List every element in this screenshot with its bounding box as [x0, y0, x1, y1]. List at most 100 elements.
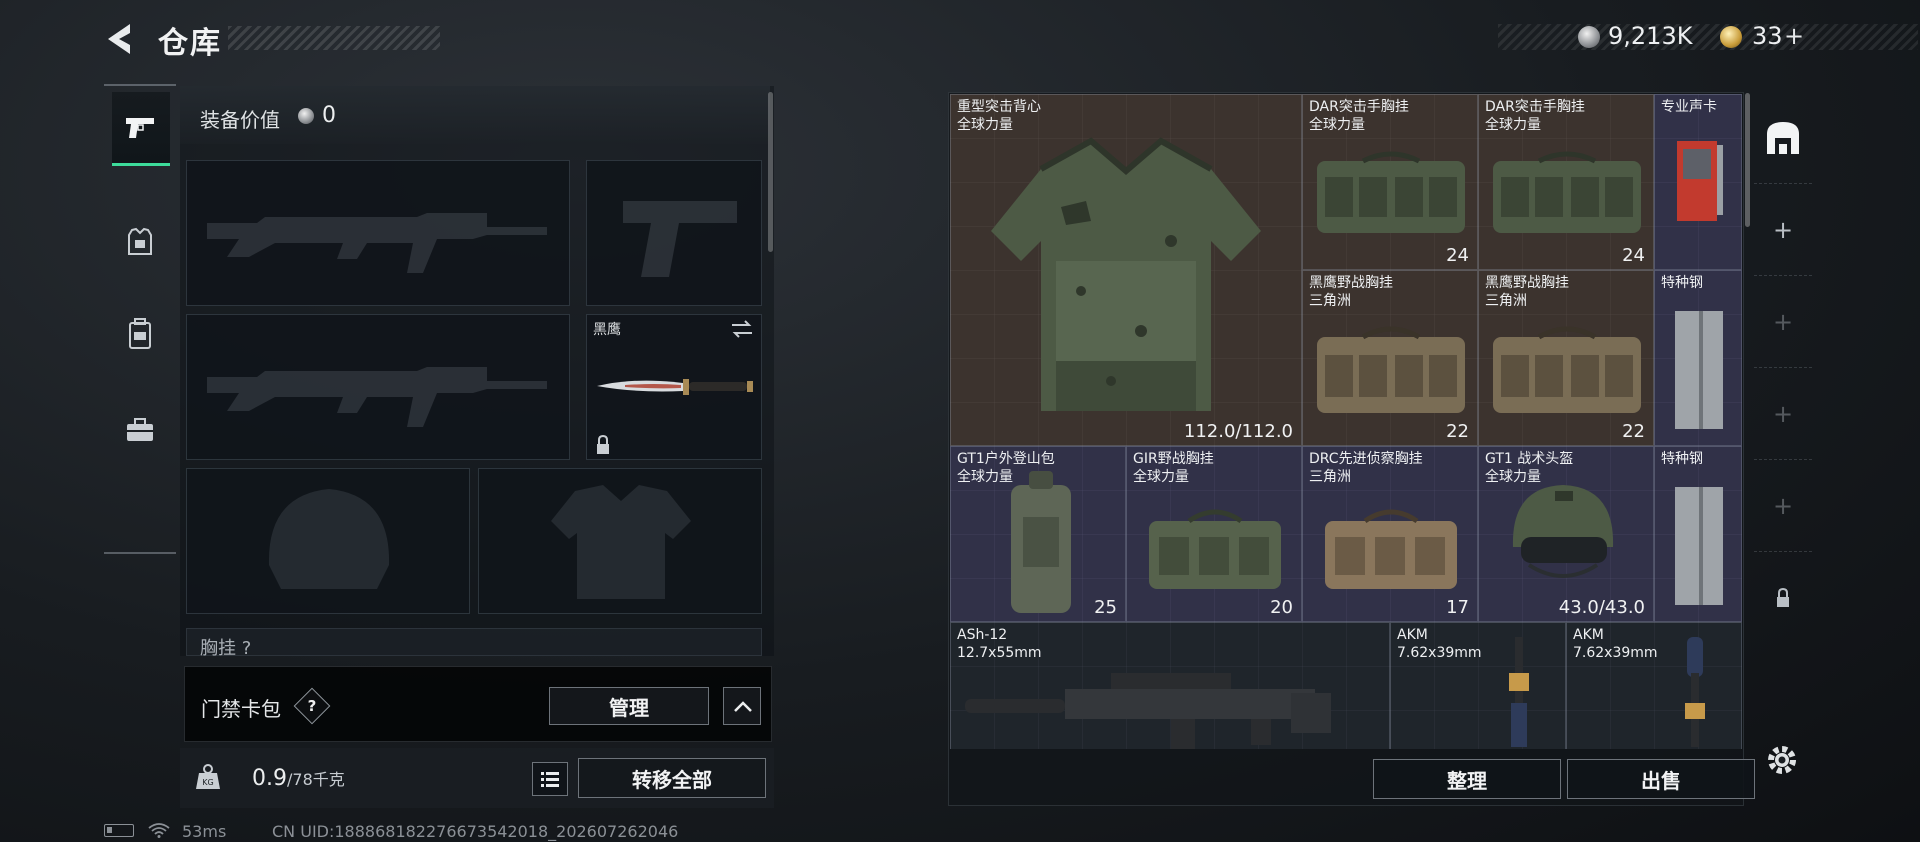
collapse-button[interactable]: [723, 687, 761, 725]
knife-icon: [597, 379, 753, 395]
backpack-icon: [129, 318, 151, 349]
body-armor-slot[interactable]: [478, 468, 762, 614]
help-icon: ?: [307, 697, 317, 715]
category-case[interactable]: [112, 402, 168, 458]
category-weapons[interactable]: [112, 92, 170, 166]
stash-item-special-steel[interactable]: 特种钢: [1654, 270, 1742, 446]
loadout-panel: 装备价值 0 黑鹰 胸挂 ?: [180, 86, 774, 659]
stash-item-gir-rig[interactable]: GIR野战胸挂 全球力量 20: [1126, 446, 1302, 622]
armor-placeholder-icon: [551, 485, 691, 599]
item-name: DRC先进侦察胸挂 三角洲: [1309, 451, 1423, 485]
stash-panel: 重型突击背心 全球力量 112.0/112.0 DAR突击手胸挂 全球力量 24…: [948, 92, 1755, 806]
item-capacity: 22: [1622, 421, 1645, 442]
chest-rig-icon: [1325, 509, 1457, 589]
stash-page-add[interactable]: +: [1754, 184, 1812, 276]
stash-item-sound-card[interactable]: 专业声卡: [1654, 94, 1742, 270]
stash-page-locked[interactable]: [1754, 552, 1812, 644]
steel-ingot-icon: [1675, 487, 1723, 605]
stash-item-ash12-rifle[interactable]: ASh-12 12.7x55mm: [950, 622, 1390, 749]
back-arrow-icon: [108, 24, 130, 54]
sell-button[interactable]: 出售: [1567, 759, 1755, 799]
helmet-icon: [1512, 485, 1614, 578]
transfer-all-button[interactable]: 转移全部: [578, 758, 766, 798]
weight-max: /78千克: [287, 770, 345, 789]
stash-scrollbar[interactable]: [1745, 93, 1750, 227]
stash-page-add[interactable]: +: [1754, 368, 1812, 460]
stash-item-gt1-helmet[interactable]: GT1 战术头盔 全球力量 43.0/43.0: [1478, 446, 1654, 622]
stash-item-akm-rifle[interactable]: AKM 7.62x39mm: [1390, 622, 1566, 749]
add-currency-button[interactable]: +: [1784, 22, 1804, 50]
item-name: 重型突击背心 全球力量: [957, 99, 1041, 133]
item-durability: 112.0/112.0: [1183, 421, 1293, 442]
stash-item-gt1-backpack[interactable]: GT1户外登山包 全球力量 25: [950, 446, 1126, 622]
stash-item-blackhawk-rig[interactable]: 黑鹰野战胸挂 三角洲 22: [1302, 270, 1478, 446]
item-name: 特种钢: [1661, 275, 1703, 291]
stash-item-dar-chest-rig[interactable]: DAR突击手胸挂 全球力量 24: [1302, 94, 1478, 270]
item-name: AKM 7.62x39mm: [1397, 627, 1482, 661]
battery-icon: [104, 824, 134, 837]
pistol-icon: [126, 117, 154, 138]
stash-item-blackhawk-rig[interactable]: 黑鹰野战胸挂 三角洲 22: [1478, 270, 1654, 446]
backpack-icon: [1011, 471, 1071, 613]
gold-coin-icon: [1720, 26, 1742, 48]
loadout-scrollbar[interactable]: [768, 92, 773, 252]
item-durability: 43.0/43.0: [1558, 597, 1645, 618]
item-name: GIR野战胸挂 全球力量: [1133, 451, 1214, 485]
manage-button[interactable]: 管理: [549, 687, 709, 725]
stash-page-nav: + + + +: [1754, 92, 1812, 652]
stash-item-special-steel[interactable]: 特种钢: [1654, 446, 1742, 622]
swap-icon[interactable]: [729, 319, 755, 339]
item-name: DAR突击手胸挂 全球力量: [1485, 99, 1585, 133]
pistol-placeholder-icon: [623, 201, 737, 277]
gold-currency-value: 33: [1752, 22, 1783, 50]
lock-icon: [1777, 588, 1789, 607]
chest-rig-icon: [1317, 326, 1465, 413]
stash-item-dar-chest-rig[interactable]: DAR突击手胸挂 全球力量 24: [1478, 94, 1654, 270]
briefcase-icon: [127, 418, 153, 441]
stash-item-heavy-vest[interactable]: 重型突击背心 全球力量 112.0/112.0: [950, 94, 1302, 446]
help-button[interactable]: ?: [293, 687, 331, 725]
list-icon: [541, 772, 559, 787]
list-view-button[interactable]: [532, 762, 568, 796]
chevron-up-icon: [734, 701, 752, 712]
stash-grid[interactable]: 重型突击背心 全球力量 112.0/112.0 DAR突击手胸挂 全球力量 24…: [950, 94, 1742, 749]
body-armor-icon: [991, 137, 1261, 411]
wifi-icon: [148, 823, 170, 838]
primary-weapon-slot[interactable]: [186, 160, 570, 306]
title-decoration: [228, 26, 440, 50]
equipment-value-row: 装备价值 0: [180, 86, 770, 144]
status-bar: 53ms CN UID:1888681822766735420​18_20260…: [104, 822, 804, 842]
rifle-placeholder-icon: [207, 367, 547, 427]
item-name: 专业声卡: [1661, 99, 1717, 115]
item-name: 黑鹰野战胸挂 三角洲: [1485, 275, 1569, 309]
item-capacity: 24: [1446, 245, 1469, 266]
secondary-weapon-slot[interactable]: [186, 314, 570, 460]
item-name: 特种钢: [1661, 451, 1703, 467]
chest-rig-label: 胸挂 ?: [200, 638, 252, 659]
helmet-slot[interactable]: [186, 468, 470, 614]
pistol-slot[interactable]: [586, 160, 762, 306]
item-name: 黑鹰野战胸挂 三角洲: [1309, 275, 1393, 309]
plus-icon: +: [1772, 215, 1794, 244]
category-armor[interactable]: [112, 214, 168, 270]
stash-page-add[interactable]: +: [1754, 276, 1812, 368]
item-capacity: 17: [1446, 597, 1469, 618]
item-name: DAR突击手胸挂 全球力量: [1309, 99, 1409, 133]
settings-gear-icon[interactable]: [1764, 742, 1800, 778]
chest-rig-icon: [1493, 151, 1641, 233]
rifle-placeholder-icon: [207, 213, 547, 273]
equipment-value-label: 装备价值: [200, 108, 280, 132]
stash-item-drc-rig[interactable]: DRC先进侦察胸挂 三角洲 17: [1302, 446, 1478, 622]
back-button[interactable]: [100, 18, 142, 60]
stash-page-main[interactable]: [1754, 92, 1812, 184]
weight-icon: KG: [196, 764, 220, 789]
melee-slot[interactable]: 黑鹰: [586, 314, 762, 460]
item-name: GT1 战术头盔 全球力量: [1485, 451, 1574, 485]
currency-bar: 9,213K 33 +: [1498, 22, 1918, 52]
stash-page-add[interactable]: +: [1754, 460, 1812, 552]
chest-rig-slot[interactable]: [186, 628, 762, 656]
sort-button[interactable]: 整理: [1373, 759, 1561, 799]
category-backpack[interactable]: [112, 306, 168, 362]
stash-item-akm-rifle[interactable]: AKM 7.62x39mm: [1566, 622, 1742, 749]
equipment-value: 0: [322, 103, 336, 128]
